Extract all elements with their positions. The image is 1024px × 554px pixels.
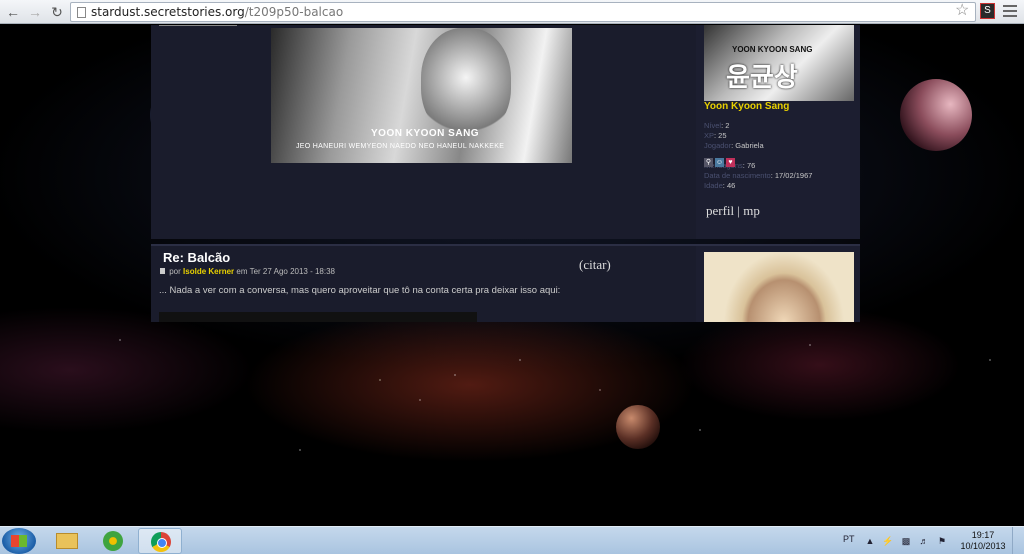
profile-field: Idade: 46 bbox=[704, 181, 736, 190]
forum-post: Re: Balcão (citar) por Isolde Kerner em … bbox=[151, 244, 860, 322]
post-body: YOON KYOON SANG JEO HANEURI WEMYEON NAED… bbox=[151, 25, 696, 239]
show-desktop-button[interactable] bbox=[1012, 527, 1024, 554]
profile-field: XP: 25 bbox=[704, 131, 727, 140]
start-button[interactable] bbox=[2, 528, 36, 554]
chrome-icon bbox=[151, 532, 171, 552]
page-icon bbox=[77, 7, 86, 18]
avatar-caption: YOON KYOON SANG bbox=[732, 45, 813, 54]
avatar: YOON KYOON SANG 윤균상 bbox=[704, 25, 854, 101]
forum-post: YOON KYOON SANG JEO HANEURI WEMYEON NAED… bbox=[151, 25, 860, 239]
avatar bbox=[704, 252, 854, 322]
profile-field: Nível: 2 bbox=[704, 121, 730, 130]
tray-arrow-icon[interactable]: ▲ bbox=[864, 535, 876, 547]
quote-button[interactable]: (citar) bbox=[579, 257, 611, 273]
profile-links: perfil | mp bbox=[706, 203, 760, 219]
windows-logo-icon bbox=[11, 535, 27, 547]
author-username[interactable]: Yoon Kyoon Sang bbox=[704, 101, 789, 112]
post-icon bbox=[160, 268, 165, 274]
page-viewport: YOON KYOON SANG JEO HANEURI WEMYEON NAED… bbox=[0, 25, 1024, 526]
post-body: Re: Balcão (citar) por Isolde Kerner em … bbox=[151, 246, 696, 322]
signature-photo bbox=[421, 28, 511, 138]
embedded-video[interactable] bbox=[159, 312, 477, 322]
browser-toolbar: ← → ↻ stardust.secretstories.org/t209p50… bbox=[0, 0, 1024, 24]
address-bar[interactable]: stardust.secretstories.org/t209p50-balca… bbox=[70, 2, 976, 22]
key-icon: ⚲ bbox=[704, 158, 713, 167]
reload-icon[interactable]: ↻ bbox=[48, 3, 66, 21]
signature-title: YOON KYOON SANG bbox=[371, 128, 480, 139]
private-message-link[interactable]: mp bbox=[743, 203, 760, 218]
avatar-korean-text: 윤균상 bbox=[726, 62, 798, 92]
background-planet bbox=[616, 405, 660, 449]
power-icon[interactable]: ⚡ bbox=[882, 535, 894, 547]
back-arrow-icon[interactable]: ← bbox=[4, 3, 22, 21]
signature-lyric: JEO HANEURI WEMYEON NAEDO NEO HANEUL NAK… bbox=[296, 143, 505, 150]
profile-link[interactable]: perfil bbox=[706, 203, 734, 218]
post-meta: por Isolde Kerner em Ter 27 Ago 2013 - 1… bbox=[160, 267, 335, 276]
notification-icon[interactable]: ⚑ bbox=[936, 535, 948, 547]
author-profile: YOON KYOON SANG 윤균상 Yoon Kyoon Sang Níve… bbox=[696, 25, 860, 239]
signature-image: YOON KYOON SANG JEO HANEURI WEMYEON NAED… bbox=[271, 28, 572, 163]
menu-icon[interactable] bbox=[1003, 5, 1017, 17]
system-clock[interactable]: 19:17 10/10/2013 bbox=[958, 530, 1008, 552]
background-stars bbox=[0, 320, 1024, 520]
profile-field: Data de nascimento: 17/02/1967 bbox=[704, 171, 813, 180]
url-text: stardust.secretstories.org/t209p50-balca… bbox=[91, 5, 344, 19]
taskbar-icq-button[interactable] bbox=[91, 528, 135, 554]
forward-arrow-icon[interactable]: → bbox=[26, 3, 44, 21]
post-text: ... Nada a ver com a conversa, mas quero… bbox=[159, 285, 561, 296]
folder-icon bbox=[56, 533, 78, 549]
language-indicator[interactable]: PT bbox=[843, 534, 855, 544]
icq-icon bbox=[103, 531, 123, 551]
profile-field: Jogador: Gabriela bbox=[704, 141, 764, 150]
background-planet bbox=[900, 79, 972, 151]
network-icon[interactable]: ▩ bbox=[900, 535, 912, 547]
divider bbox=[159, 25, 237, 26]
author-profile bbox=[696, 246, 860, 322]
taskbar: PT ▲ ⚡ ▩ ♬ ⚑ 19:17 10/10/2013 bbox=[0, 526, 1024, 554]
face-icon: ☺ bbox=[715, 158, 724, 167]
post-date: em Ter 27 Ago 2013 - 18:38 bbox=[236, 267, 335, 276]
post-author[interactable]: Isolde Kerner bbox=[183, 267, 234, 276]
profile-badges: ⚲ ☺ ♥ bbox=[704, 151, 737, 167]
taskbar-explorer-button[interactable] bbox=[44, 528, 88, 554]
volume-icon[interactable]: ♬ bbox=[918, 535, 930, 547]
heart-icon: ♥ bbox=[726, 158, 735, 167]
extension-icon[interactable]: S bbox=[980, 3, 995, 19]
taskbar-chrome-button[interactable] bbox=[138, 528, 182, 554]
clock-time: 19:17 bbox=[971, 530, 995, 540]
link-separator: | bbox=[737, 203, 741, 218]
post-title[interactable]: Re: Balcão bbox=[163, 250, 230, 265]
clock-date: 10/10/2013 bbox=[960, 541, 1006, 551]
bookmark-star-icon[interactable]: ☆ bbox=[955, 2, 969, 20]
